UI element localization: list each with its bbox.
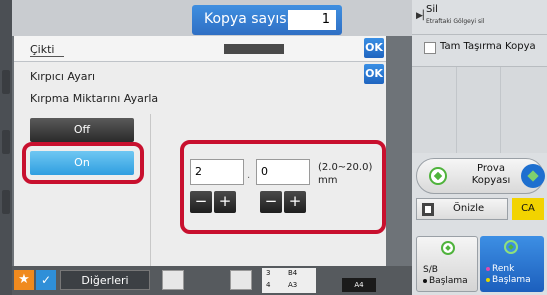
magenta-dot-icon [486, 266, 490, 271]
proof-line-1: Prova [477, 163, 505, 174]
full-bleed-label[interactable]: Tam Taşırma Kopya [440, 41, 536, 52]
bottom-bar: ★ ✓ Diğerleri 3 B4 4 A3 A4 [12, 266, 412, 295]
paper-tray-indicator[interactable]: 3 B4 4 A3 [262, 268, 316, 293]
trim-dialog-subtitle: Kırpma Miktarını Ayarla [30, 92, 159, 105]
preview-button[interactable]: Önizle [416, 198, 508, 220]
separator [412, 34, 547, 35]
empty-slots [412, 67, 547, 153]
right-panel: ▶▏ Sil Etraftaki Gölgeyi sil Tam Taşırma… [412, 0, 547, 295]
trim-integer-field[interactable]: 2 [190, 159, 244, 185]
trim-ok-button[interactable]: OK [364, 64, 384, 84]
left-edge-strip [0, 0, 12, 295]
range-text: (2.0~20.0) [318, 162, 373, 173]
edge-tab [2, 70, 10, 94]
bw-start-line-2: Başlama [429, 276, 468, 286]
start-diamond-icon [504, 240, 518, 254]
copies-label: Kopya sayısı [204, 11, 291, 27]
clear-all-button[interactable]: CA [512, 198, 544, 220]
decimal-separator: . [247, 170, 251, 181]
proof-copy-label: Prova Kopyası [461, 163, 521, 187]
trim-dialog-title: Kırpıcı Ayarı [30, 70, 96, 83]
proof-line-2: Kopyası [471, 175, 511, 186]
preview-icon [422, 203, 434, 216]
color-start-line-2: Başlama [492, 275, 531, 285]
tray-3-size: B4 [288, 269, 298, 277]
original-icon[interactable] [162, 270, 184, 290]
unit-text: mm [318, 175, 338, 186]
favorite-star-icon[interactable]: ★ [14, 270, 34, 290]
top-band: Kopya sayısı 1 [12, 0, 412, 36]
output-graphic [224, 44, 284, 54]
color-start-label: Renk Başlama [486, 264, 531, 286]
yellow-dot-icon [486, 277, 490, 282]
color-proof-icon[interactable] [521, 164, 545, 188]
decimal-plus-button[interactable]: + [284, 191, 306, 213]
duplex-icon[interactable] [230, 270, 252, 290]
trim-dialog: Kırpıcı Ayarı Kırpma Miktarını Ayarla Of… [14, 62, 386, 280]
color-start-line-1: Renk [492, 264, 515, 274]
integer-minus-button[interactable]: − [190, 191, 212, 213]
trim-decimal-field[interactable]: 0 [256, 159, 310, 185]
output-ok-button[interactable]: OK [364, 38, 384, 58]
edge-tab [2, 130, 10, 154]
tray-3-label: 3 [266, 269, 271, 277]
start-diamond-icon [441, 241, 455, 255]
erase-subtitle: Etraftaki Gölgeyi sil [426, 18, 485, 25]
proof-copy-button[interactable]: Prova Kopyası [416, 158, 545, 194]
bw-start-label: S/B Başlama [423, 265, 468, 287]
preview-label: Önizle [453, 203, 485, 214]
check-icon[interactable]: ✓ [36, 270, 56, 290]
color-start-button[interactable]: Renk Başlama [480, 236, 544, 292]
slot-divider [456, 67, 457, 153]
bw-start-line-1: S/B [423, 265, 438, 275]
off-button[interactable]: Off [30, 118, 134, 142]
divider [150, 114, 151, 272]
tray-4-label: 4 [266, 281, 271, 289]
full-bleed-checkbox[interactable] [424, 42, 436, 54]
copies-input[interactable]: 1 [288, 10, 336, 30]
start-diamond-icon [429, 167, 447, 185]
output-dialog: Çikti [14, 36, 386, 62]
black-dot-icon [423, 278, 427, 283]
output-dialog-title: Çikti [30, 43, 55, 56]
on-button[interactable]: On [30, 151, 134, 175]
title-underline [30, 56, 64, 57]
range-hint: (2.0~20.0) mm [318, 161, 378, 187]
tray-4-size: A3 [288, 281, 298, 289]
edge-tab [2, 190, 10, 214]
integer-plus-button[interactable]: + [214, 191, 236, 213]
decimal-minus-button[interactable]: − [260, 191, 282, 213]
paper-size-a4: A4 [342, 278, 376, 292]
others-button[interactable]: Diğerleri [60, 270, 150, 290]
bw-start-button[interactable]: S/B Başlama [416, 236, 478, 292]
slot-divider [500, 67, 501, 153]
copies-panel: Kopya sayısı 1 [192, 5, 342, 35]
trim-amount-highlight-frame [180, 140, 386, 234]
erase-title[interactable]: Sil [426, 4, 438, 15]
